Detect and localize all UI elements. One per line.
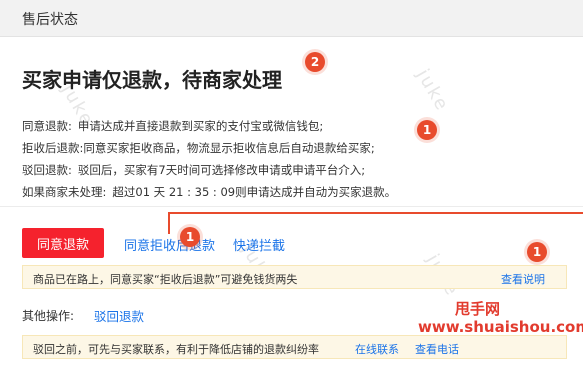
info-label: 拒收后退款: (22, 141, 84, 155)
notice-bar: 商品已在路上，同意买家“拒收后退款”可避免钱货两失 查看说明 (22, 265, 567, 289)
info-text: 驳回后，买家有7天时间可选择修改申请或申请平台介入; (77, 163, 366, 177)
annotation-badge: 1 (527, 242, 547, 262)
view-explanation-link[interactable]: 查看说明 (501, 271, 545, 287)
view-phone-link[interactable]: 查看电话 (415, 341, 459, 357)
annotation-badge: 1 (180, 227, 200, 247)
watermark: juke (412, 65, 454, 116)
annotation-line (168, 212, 583, 214)
annotation-badge: 1 (417, 120, 437, 140)
reject-refund-link[interactable]: 驳回退款 (94, 306, 144, 325)
notice-text: 驳回之前，可先与买家联系，有利于降低店铺的退款纠纷率 (33, 343, 319, 356)
info-row-reject: 驳回退款: 驳回后，买家有7天时间可选择修改申请或申请平台介入; (22, 162, 365, 178)
other-actions-label: 其他操作: (22, 309, 75, 323)
annotation-line (168, 212, 170, 234)
header-bar: 售后状态 (0, 0, 583, 37)
online-contact-link[interactable]: 在线联系 (355, 341, 399, 357)
notice-bar: 驳回之前，可先与买家联系，有利于降低店铺的退款纠纷率 在线联系 查看电话 (22, 335, 567, 359)
express-intercept-link[interactable]: 快递拦截 (233, 235, 285, 254)
info-row-agree: 同意退款: 申请达成并直接退款到买家的支付宝或微信钱包; (22, 118, 323, 134)
notice-text: 商品已在路上，同意买家“拒收后退款”可避免钱货两失 (33, 273, 298, 286)
divider (0, 206, 583, 207)
brand-site: www.shuaishou.com (418, 318, 583, 336)
section-title: 售后状态 (22, 12, 78, 28)
info-text: 同意买家拒收商品，物流显示拒收信息后自动退款给买家; (83, 141, 375, 155)
page-title: 买家申请仅退款，待商家处理 (22, 68, 282, 92)
agree-refund-button[interactable]: 同意退款 (22, 228, 104, 258)
info-label: 驳回退款: (22, 163, 72, 177)
info-label: 同意退款: (22, 119, 72, 133)
info-row-timeout: 如果商家未处理: 超过01 天 21 : 35 : 09则申请达成并自动为买家退款… (22, 184, 396, 200)
info-text: 申请达成并直接退款到买家的支付宝或微信钱包; (77, 119, 324, 133)
brand-name: 甩手网 (455, 300, 501, 318)
info-label: 如果商家未处理: (22, 185, 107, 199)
agree-after-reject-link[interactable]: 同意拒收后退款 (124, 235, 215, 254)
info-row-reject-receive: 拒收后退款:同意买家拒收商品，物流显示拒收信息后自动退款给买家; (22, 140, 375, 156)
annotation-badge: 2 (305, 52, 325, 72)
info-text: 超过01 天 21 : 35 : 09则申请达成并自动为买家退款。 (112, 185, 397, 199)
